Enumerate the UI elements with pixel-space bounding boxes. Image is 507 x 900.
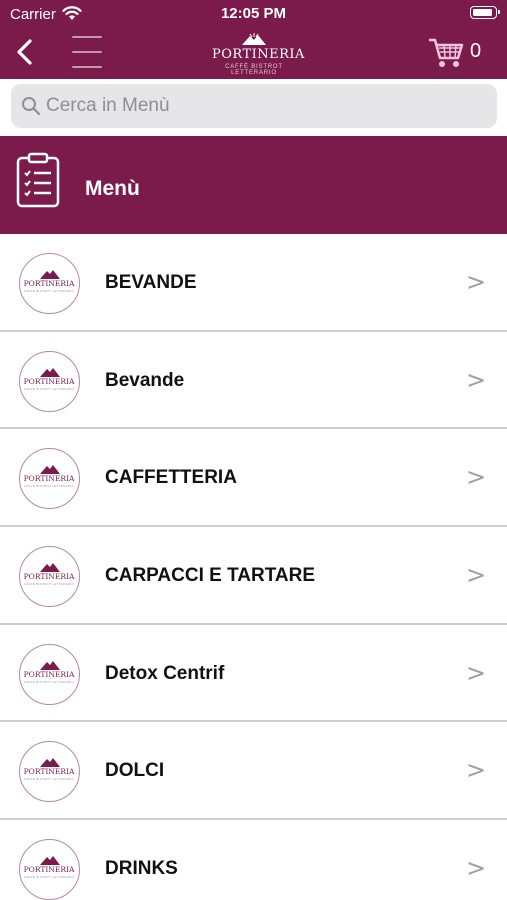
search-icon xyxy=(22,97,41,116)
cart-icon[interactable] xyxy=(428,36,464,70)
chevron-right-icon: > xyxy=(466,756,487,785)
category-list: PORTINERIA CAFFÈ BISTROT LETTERARIO BEVA… xyxy=(0,234,507,900)
category-thumbnail: PORTINERIA CAFFÈ BISTROT LETTERARIO xyxy=(19,350,80,412)
status-time: 12:05 PM xyxy=(220,5,287,22)
thumbnail-brand: PORTINERIA xyxy=(23,474,75,484)
thumbnail-subtitle: CAFFÈ BISTROT LETTERARIO xyxy=(23,777,75,782)
category-row-carpacci-e-tartare[interactable]: PORTINERIA CAFFÈ BISTROT LETTERARIO CARP… xyxy=(0,527,507,625)
chevron-right-icon: > xyxy=(466,268,487,296)
category-thumbnail: PORTINERIA CAFFÈ BISTROT LETTERARIO xyxy=(19,253,80,314)
chevron-right-icon: > xyxy=(466,854,487,883)
category-thumbnail: PORTINERIA CAFFÈ BISTROT LETTERARIO xyxy=(19,643,80,705)
hamburger-menu-button[interactable] xyxy=(70,34,104,70)
chevron-right-icon: > xyxy=(466,463,487,492)
category-thumbnail: PORTINERIA CAFFÈ BISTROT LETTERARIO xyxy=(19,839,80,900)
category-row-dolci[interactable]: PORTINERIA CAFFÈ BISTROT LETTERARIO DOLC… xyxy=(0,722,507,821)
category-label: DRINKS xyxy=(105,858,178,880)
logo-subtitle: CAFFÈ BISTROT LETTERARIO xyxy=(225,64,283,76)
category-thumbnail: PORTINERIA CAFFÈ BISTROT LETTERARIO xyxy=(19,546,80,608)
nav-bar: PORTINERIA CAFFÈ BISTROT LETTERARIO 0 xyxy=(0,28,507,79)
battery-icon xyxy=(470,6,500,19)
thumbnail-subtitle: CAFFÈ BISTROT LETTERARIO xyxy=(23,679,75,684)
category-row-caffetteria[interactable]: PORTINERIA CAFFÈ BISTROT LETTERARIO CAFF… xyxy=(0,429,507,528)
portineria-logo: PORTINERIA CAFFÈ BISTROT LETTERARIO xyxy=(212,32,305,76)
thumbnail-subtitle: CAFFÈ BISTROT LETTERARIO xyxy=(23,289,75,293)
back-button[interactable] xyxy=(10,36,40,68)
category-row-detox-centrif[interactable]: PORTINERIA CAFFÈ BISTROT LETTERARIO Deto… xyxy=(0,624,507,723)
logo-mark-icon xyxy=(242,33,266,45)
chevron-right-icon: > xyxy=(466,658,487,687)
search-container xyxy=(0,79,507,134)
chevron-right-icon: > xyxy=(466,365,487,394)
thumbnail-brand: PORTINERIA xyxy=(23,572,75,582)
category-label: Bevande xyxy=(105,369,185,391)
logo-brand-text: PORTINERIA xyxy=(212,47,305,62)
top-bar: Carrier 12:05 PM PORTINERIA CAFFÈ BISTRO… xyxy=(0,0,507,79)
thumbnail-brand: PORTINERIA xyxy=(23,376,75,386)
thumbnail-subtitle: CAFFÈ BISTROT LETTERARIO xyxy=(23,582,75,587)
category-label: Detox Centrif xyxy=(105,662,225,684)
category-label: CAFFETTERIA xyxy=(105,467,237,489)
menu-section-header: Menù xyxy=(0,136,507,234)
thumbnail-brand: PORTINERIA xyxy=(23,865,75,875)
category-row-drinks[interactable]: PORTINERIA CAFFÈ BISTROT LETTERARIO DRIN… xyxy=(0,820,507,900)
category-label: CARPACCI E TARTARE xyxy=(105,565,316,587)
category-thumbnail: PORTINERIA CAFFÈ BISTROT LETTERARIO xyxy=(19,741,80,803)
category-label: BEVANDE xyxy=(105,272,197,293)
thumbnail-subtitle: CAFFÈ BISTROT LETTERARIO xyxy=(23,386,75,391)
thumbnail-brand: PORTINERIA xyxy=(23,669,75,679)
category-row-bevande[interactable]: PORTINERIA CAFFÈ BISTROT LETTERARIO Beva… xyxy=(0,331,507,430)
thumbnail-brand: PORTINERIA xyxy=(23,279,75,288)
status-bar: Carrier 12:05 PM xyxy=(0,0,507,28)
search-bar[interactable] xyxy=(11,84,497,128)
cart-count: 0 xyxy=(470,40,482,62)
thumbnail-brand: PORTINERIA xyxy=(23,767,75,777)
thumbnail-subtitle: CAFFÈ BISTROT LETTERARIO xyxy=(23,484,75,489)
clipboard-checklist-icon xyxy=(16,152,60,208)
thumbnail-subtitle: CAFFÈ BISTROT LETTERARIO xyxy=(23,875,75,880)
chevron-right-icon: > xyxy=(466,561,487,590)
section-title: Menù xyxy=(85,177,140,200)
category-thumbnail: PORTINERIA CAFFÈ BISTROT LETTERARIO xyxy=(19,448,80,510)
category-label: DOLCI xyxy=(105,760,165,782)
category-row-bevande-upper[interactable]: PORTINERIA CAFFÈ BISTROT LETTERARIO BEVA… xyxy=(0,234,507,332)
search-input[interactable] xyxy=(46,84,486,128)
